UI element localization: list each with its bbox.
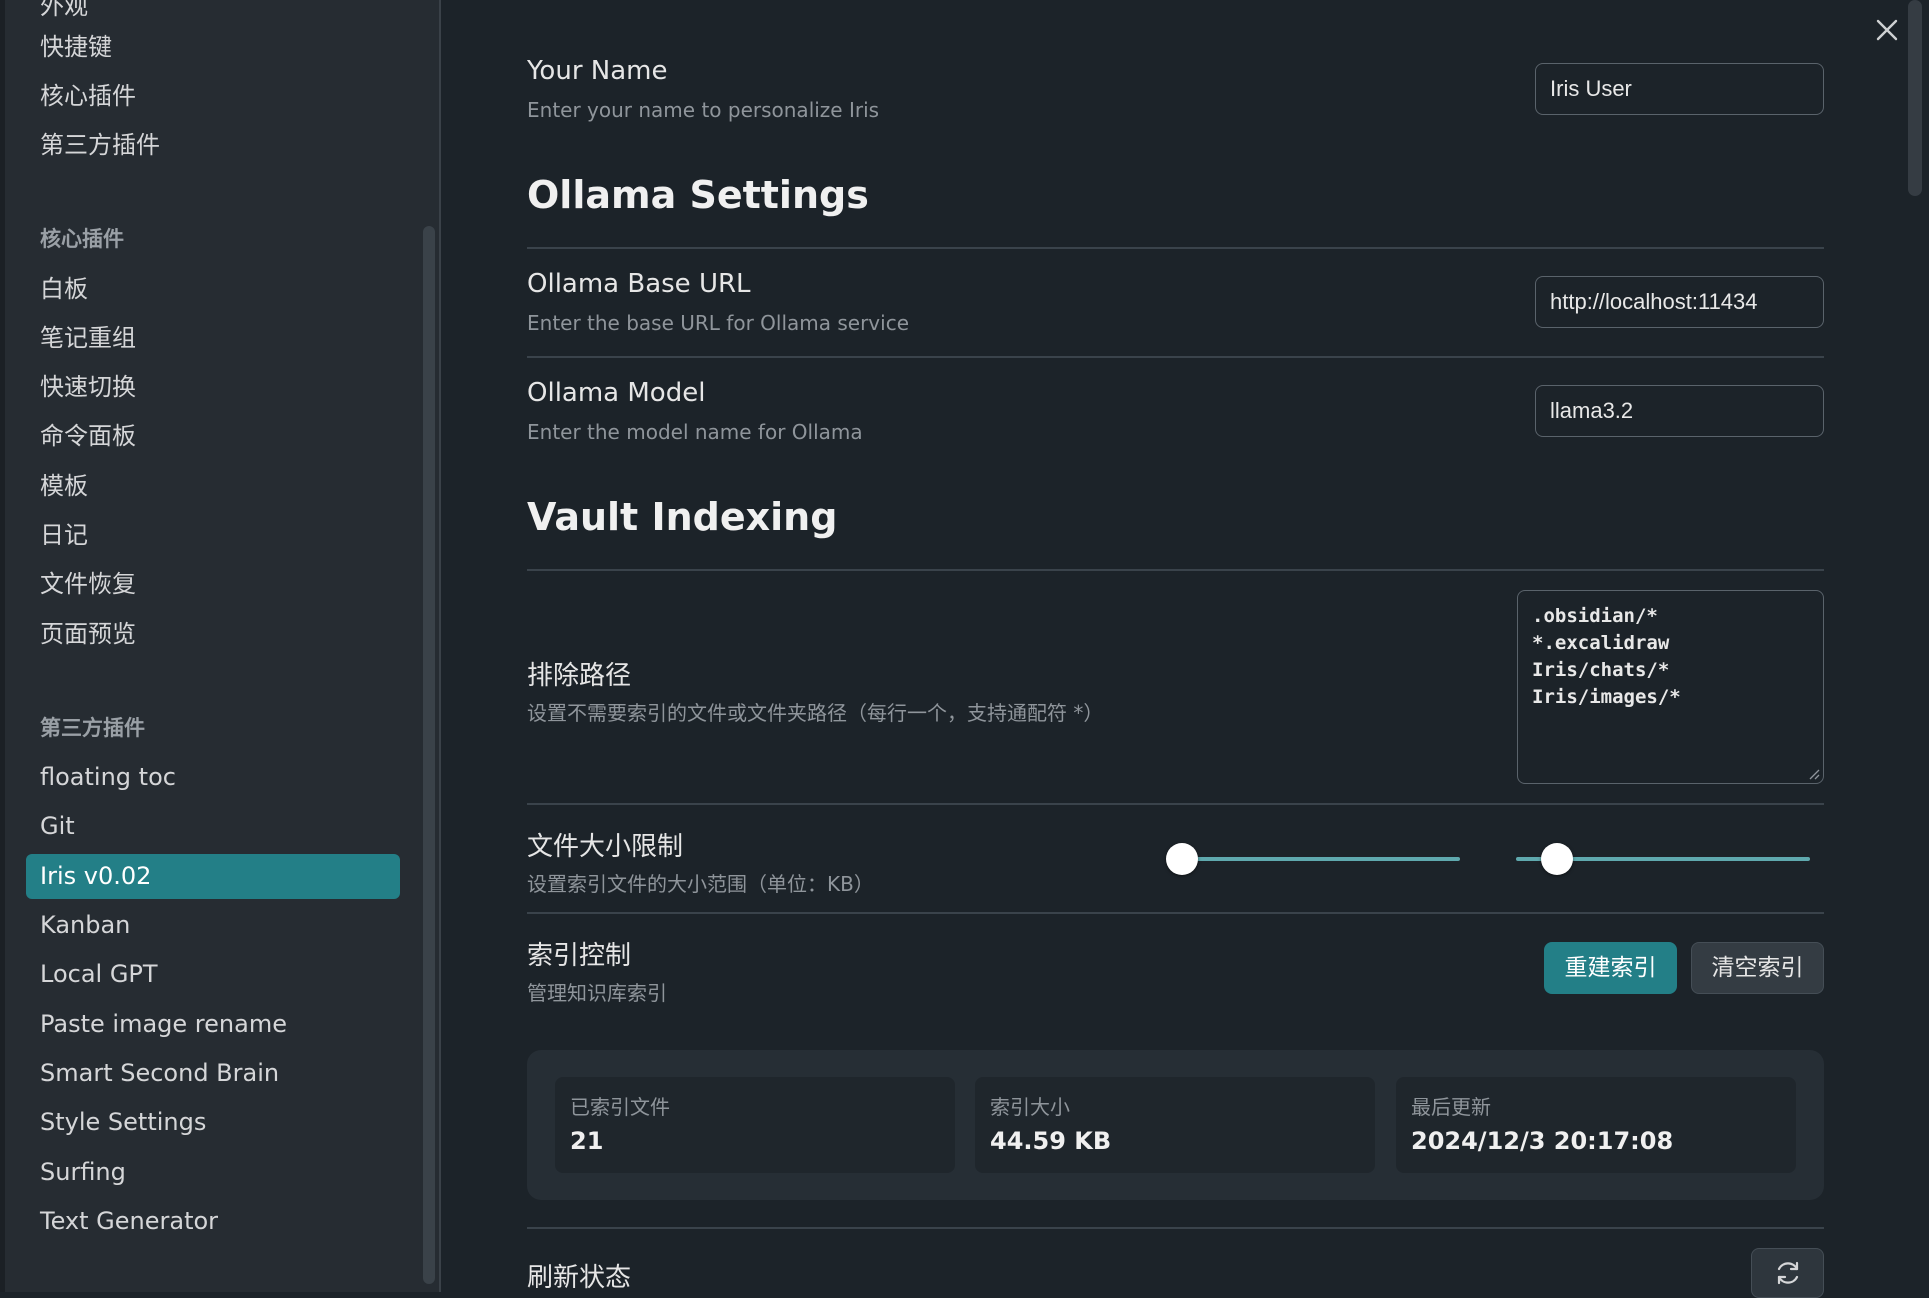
setting-name-exclude-paths: 排除路径 xyxy=(527,661,632,691)
exclude-path-line: *.excalidraw xyxy=(1532,632,1670,654)
setting-name-ollama-model: Ollama Model xyxy=(527,378,706,408)
your-name-input[interactable]: Iris User xyxy=(1535,63,1824,115)
setting-desc-exclude-paths: 设置不需要索引的文件或文件夹路径（每行一个，支持通配符 *） xyxy=(527,701,1104,725)
close-icon xyxy=(1876,19,1898,41)
close-button[interactable] xyxy=(1871,14,1903,46)
sidebar-item-command-palette[interactable]: 命令面板 xyxy=(26,414,400,459)
sidebar-item-iris[interactable]: Iris v0.02 xyxy=(26,854,400,899)
refresh-status-button[interactable] xyxy=(1751,1248,1824,1298)
sidebar-item-local-gpt[interactable]: Local GPT xyxy=(26,952,400,997)
setting-name-ollama-base-url: Ollama Base URL xyxy=(527,269,751,299)
stat-label: 最后更新 xyxy=(1411,1095,1491,1119)
divider xyxy=(527,912,1824,914)
section-title-ollama: Ollama Settings xyxy=(527,173,869,217)
stat-label: 索引大小 xyxy=(990,1095,1070,1119)
sidebar-item-core-plugins[interactable]: 核心插件 xyxy=(26,74,400,119)
exclude-path-line: .obsidian/* xyxy=(1532,605,1658,627)
sidebar-item-smart-second-brain[interactable]: Smart Second Brain xyxy=(26,1051,400,1096)
divider xyxy=(527,1227,1824,1229)
stat-card-index-size: 索引大小 44.59 KB xyxy=(975,1077,1375,1173)
setting-name-index-control: 索引控制 xyxy=(527,941,632,971)
sidebar-item-daily-notes[interactable]: 日记 xyxy=(26,513,400,558)
main-scrollbar[interactable] xyxy=(1908,0,1922,196)
sidebar-item-page-preview[interactable]: 页面预览 xyxy=(26,612,400,657)
sidebar-item-templates[interactable]: 模板 xyxy=(26,464,400,509)
sidebar-heading-core-plugins: 核心插件 xyxy=(40,227,124,251)
ollama-model-input[interactable]: llama3.2 xyxy=(1535,385,1824,437)
sidebar-edge xyxy=(0,0,5,1292)
sidebar-item-paste-image-rename[interactable]: Paste image rename xyxy=(26,1002,400,1047)
setting-desc-ollama-model: Enter the model name for Ollama xyxy=(527,420,863,444)
sidebar-item-hotkeys[interactable]: 快捷键 xyxy=(26,25,400,70)
stat-value: 44.59 KB xyxy=(990,1127,1112,1155)
exclude-paths-textarea[interactable]: .obsidian/* *.excalidraw Iris/chats/* Ir… xyxy=(1517,590,1824,784)
sidebar-heading-community-plugins: 第三方插件 xyxy=(40,716,145,740)
setting-desc-index-control: 管理知识库索引 xyxy=(527,981,667,1005)
section-title-vault-indexing: Vault Indexing xyxy=(527,495,838,539)
clear-index-button[interactable]: 清空索引 xyxy=(1691,942,1824,994)
min-size-slider-thumb[interactable] xyxy=(1166,843,1198,875)
min-size-slider-track[interactable] xyxy=(1182,857,1460,861)
divider xyxy=(527,247,1824,249)
sidebar-item-kanban[interactable]: Kanban xyxy=(26,903,400,948)
sidebar-item-community-plugins[interactable]: 第三方插件 xyxy=(26,123,400,168)
sidebar-item-git[interactable]: Git xyxy=(26,804,400,849)
stat-value: 21 xyxy=(570,1127,604,1155)
setting-desc-your-name: Enter your name to personalize Iris xyxy=(527,98,880,122)
settings-sidebar: 外观 快捷键 核心插件 第三方插件 核心插件 白板 笔记重组 快速切换 命令面板… xyxy=(0,0,441,1292)
exclude-path-line: Iris/chats/* xyxy=(1532,659,1670,681)
divider xyxy=(527,356,1824,358)
setting-name-file-size-limit: 文件大小限制 xyxy=(527,832,684,862)
sidebar-item-text-generator[interactable]: Text Generator xyxy=(26,1199,400,1244)
sidebar-item-file-recovery[interactable]: 文件恢复 xyxy=(26,562,400,607)
sidebar-item-quick-switcher[interactable]: 快速切换 xyxy=(26,365,400,410)
setting-desc-ollama-base-url: Enter the base URL for Ollama service xyxy=(527,311,909,335)
stat-label: 已索引文件 xyxy=(570,1095,670,1119)
sidebar-item-floating-toc[interactable]: floating toc xyxy=(26,755,400,800)
refresh-icon xyxy=(1777,1261,1798,1285)
sidebar-scrollbar[interactable] xyxy=(423,226,435,1284)
setting-name-refresh-status: 刷新状态 xyxy=(527,1263,632,1293)
stat-card-last-updated: 最后更新 2024/12/3 20:17:08 xyxy=(1396,1077,1796,1173)
sidebar-item-style-settings[interactable]: Style Settings xyxy=(26,1100,400,1145)
divider xyxy=(527,569,1824,571)
ollama-base-url-input[interactable]: http://localhost:11434 xyxy=(1535,276,1824,328)
stat-card-indexed-files: 已索引文件 21 xyxy=(555,1077,955,1173)
setting-name-your-name: Your Name xyxy=(527,56,668,86)
sidebar-item-surfing[interactable]: Surfing xyxy=(26,1150,400,1195)
resize-grip-icon[interactable] xyxy=(1808,768,1820,780)
rebuild-index-button[interactable]: 重建索引 xyxy=(1544,942,1677,994)
max-size-slider-thumb[interactable] xyxy=(1541,843,1574,875)
setting-desc-file-size-limit: 设置索引文件的大小范围（单位：KB） xyxy=(527,872,874,896)
stat-value: 2024/12/3 20:17:08 xyxy=(1411,1127,1674,1155)
exclude-path-line: Iris/images/* xyxy=(1532,686,1681,708)
sidebar-item-note-composer[interactable]: 笔记重组 xyxy=(26,316,400,361)
divider xyxy=(527,803,1824,805)
sidebar-item-canvas[interactable]: 白板 xyxy=(26,267,400,312)
